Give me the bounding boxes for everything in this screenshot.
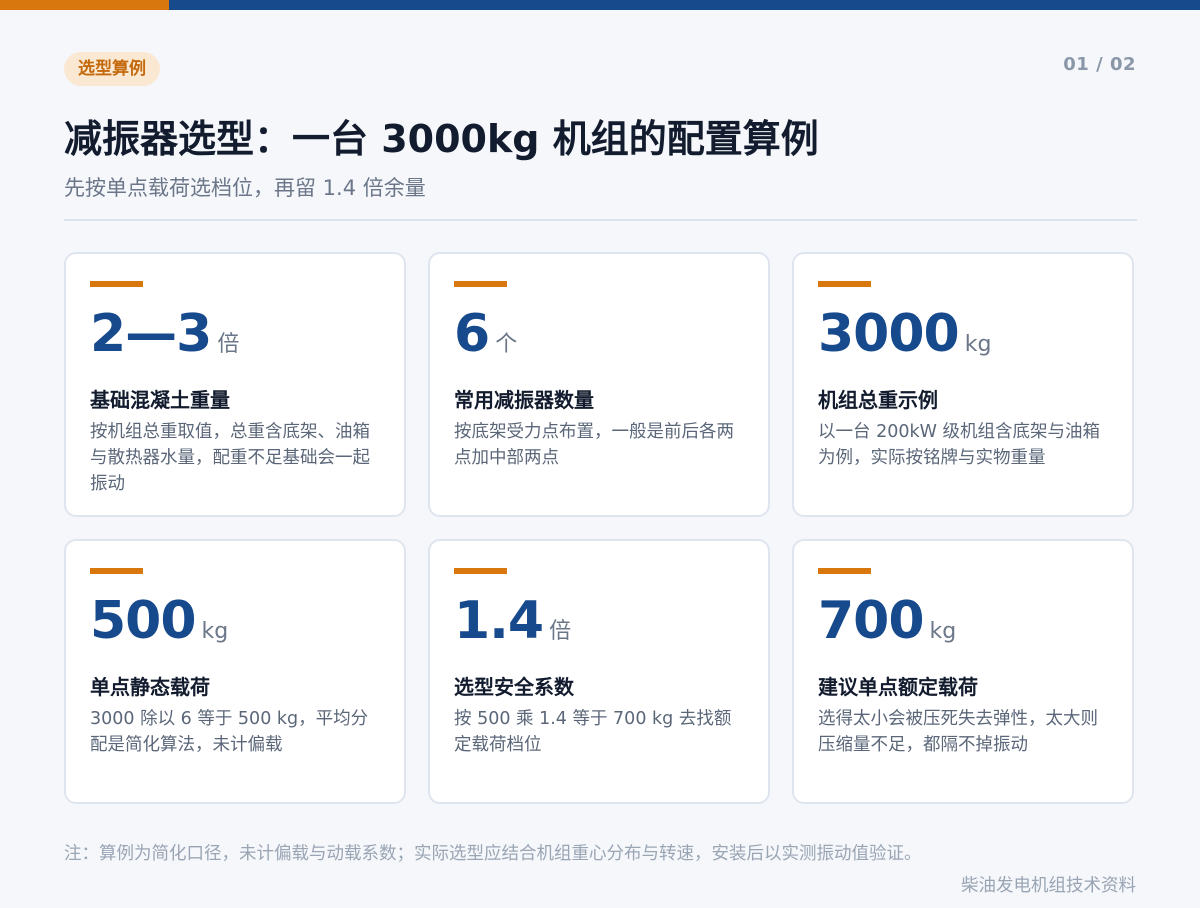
- footnote: 注：算例为简化口径，未计偏载与动载系数；实际选型应结合机组重心分布与转速，安装后…: [64, 844, 922, 864]
- metric-description: 按 500 乘 1.4 等于 700 kg 去找额定载荷档位: [454, 709, 732, 755]
- metric-value: 2—3: [90, 304, 212, 364]
- card-metric: 2—3 倍: [90, 304, 239, 364]
- metric-unit: kg: [964, 332, 992, 357]
- metric-description: 以一台 200kW 级机组含底架与油箱为例，实际按铭牌与实物重量: [818, 422, 1100, 468]
- metric-label: 建议单点额定载荷: [818, 675, 978, 699]
- metric-card-safety-factor: 1.4 倍 选型安全系数 按 500 乘 1.4 等于 700 kg 去找额定载荷…: [428, 539, 770, 804]
- metric-value: 500: [90, 591, 197, 651]
- card-accent-bar: [454, 281, 507, 287]
- metric-value: 700: [818, 591, 925, 651]
- metric-description: 按机组总重取值，总重含底架、油箱与散热器水量，配重不足基础会一起振动: [90, 422, 370, 494]
- metric-card-static-load: 500 kg 单点静态载荷 3000 除以 6 等于 500 kg，平均分配是简化…: [64, 539, 406, 804]
- card-metric: 1.4 倍: [454, 591, 571, 651]
- metric-unit: 倍: [549, 619, 572, 644]
- metric-value: 3000: [818, 304, 960, 364]
- metric-card-foundation-weight: 2—3 倍 基础混凝土重量 按机组总重取值，总重含底架、油箱与散热器水量，配重不足…: [64, 252, 406, 517]
- card-accent-bar: [454, 568, 507, 574]
- header-divider: [64, 219, 1137, 221]
- metric-value: 1.4: [454, 591, 544, 651]
- card-accent-bar: [818, 281, 871, 287]
- metric-card-rated-load: 700 kg 建议单点额定载荷 选得太小会被压死失去弹性，太大则压缩量不足，都隔不…: [792, 539, 1134, 804]
- card-accent-bar: [90, 568, 143, 574]
- metric-value: 6: [454, 304, 490, 364]
- page-title: 减振器选型：一台 3000kg 机组的配置算例: [64, 117, 819, 161]
- metric-label: 常用减振器数量: [454, 388, 594, 412]
- metric-unit: kg: [201, 619, 229, 644]
- card-metric: 6个: [454, 304, 517, 364]
- metric-label: 选型安全系数: [454, 675, 574, 699]
- metric-unit: 个: [495, 332, 518, 357]
- page-number: 01 / 02: [1063, 54, 1136, 75]
- card-metric: 500 kg: [90, 591, 228, 651]
- card-accent-bar: [818, 568, 871, 574]
- card-metric: 3000 kg: [818, 304, 991, 364]
- card-accent-bar: [90, 281, 143, 287]
- metric-label: 单点静态载荷: [90, 675, 210, 699]
- page-subtitle: 先按单点载荷选档位，再留 1.4 倍余量: [64, 176, 426, 200]
- metric-card-grid: 2—3 倍 基础混凝土重量 按机组总重取值，总重含底架、油箱与散热器水量，配重不足…: [64, 252, 1134, 804]
- card-metric: 700 kg: [818, 591, 956, 651]
- source-credit: 柴油发电机组技术资料: [961, 876, 1136, 896]
- top-bar-blue-segment: [169, 0, 1200, 10]
- top-color-bar: [0, 0, 1200, 10]
- top-bar-orange-segment: [0, 0, 169, 10]
- metric-card-total-weight: 3000 kg 机组总重示例 以一台 200kW 级机组含底架与油箱为例，实际按铭…: [792, 252, 1134, 517]
- metric-description: 选得太小会被压死失去弹性，太大则压缩量不足，都隔不掉振动: [818, 709, 1098, 755]
- metric-unit: kg: [929, 619, 957, 644]
- section-tag: 选型算例: [64, 52, 160, 86]
- metric-label: 机组总重示例: [818, 388, 938, 412]
- metric-card-isolator-count: 6个 常用减振器数量 按底架受力点布置，一般是前后各两点加中部两点: [428, 252, 770, 517]
- metric-unit: 倍: [217, 332, 240, 357]
- metric-description: 按底架受力点布置，一般是前后各两点加中部两点: [454, 422, 734, 468]
- metric-label: 基础混凝土重量: [90, 388, 230, 412]
- metric-description: 3000 除以 6 等于 500 kg，平均分配是简化算法，未计偏载: [90, 709, 369, 755]
